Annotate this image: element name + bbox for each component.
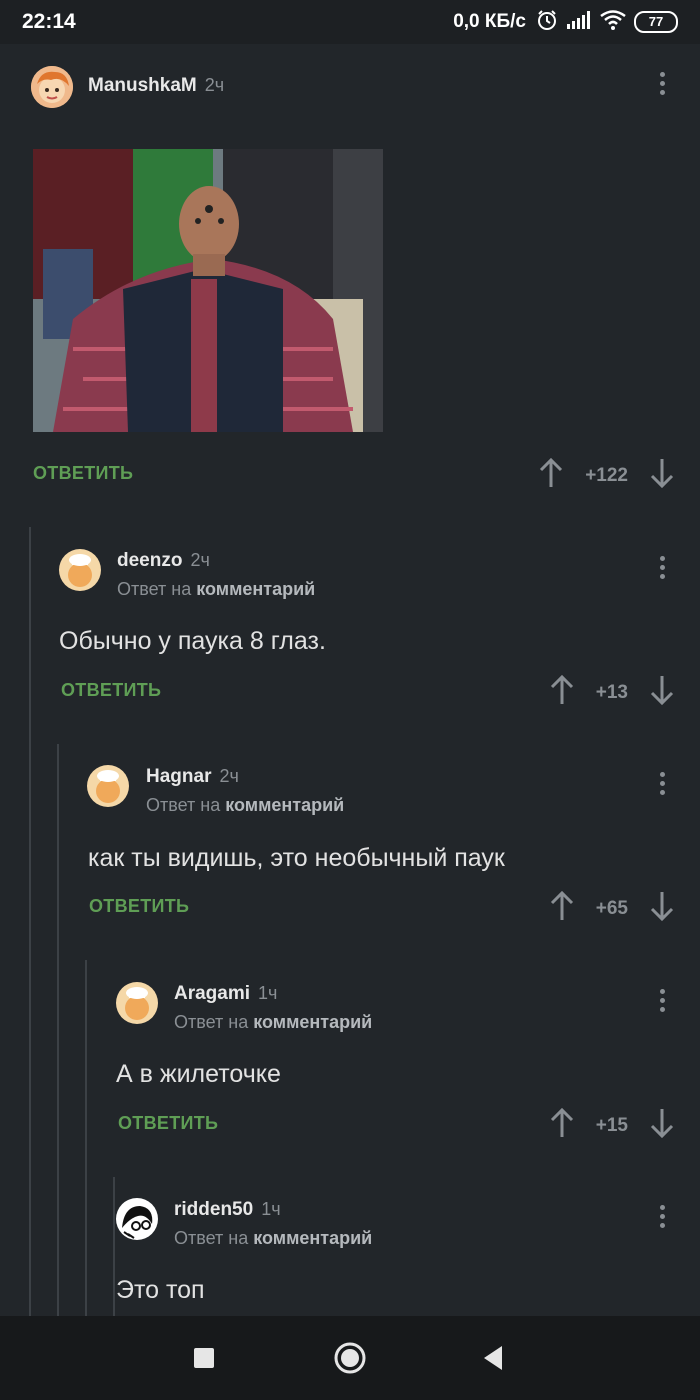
alarm-icon: [536, 9, 558, 36]
vote-controls: +65: [550, 890, 674, 926]
reply-to-label: Ответ на комментарий: [117, 579, 316, 599]
avatar[interactable]: [31, 66, 73, 108]
thread-line-level-1[interactable]: [29, 527, 31, 1316]
reply-button[interactable]: ОТВЕТИТЬ: [33, 463, 133, 484]
vote-controls: +122: [539, 457, 674, 493]
status-icons: 0,0 КБ/с 77: [453, 9, 678, 36]
vote-controls: +15: [550, 1107, 674, 1143]
more-options-icon[interactable]: [658, 989, 666, 1015]
comment-text: Обычно у паука 8 глаз.: [59, 627, 326, 655]
comment-text: А в жилеточке: [116, 1060, 281, 1088]
reply-to-label: Ответ на комментарий: [146, 795, 345, 815]
arrow-down-icon[interactable]: [650, 675, 674, 710]
reply-to-label: Ответ на комментарий: [174, 1012, 373, 1032]
avatar[interactable]: [116, 982, 158, 1024]
vote-score: +122: [585, 464, 628, 486]
avatar[interactable]: [87, 765, 129, 807]
vote-score: +15: [595, 1114, 628, 1136]
arrow-down-icon[interactable]: [650, 1108, 674, 1143]
system-nav-bar: [0, 1316, 700, 1400]
vote-controls: +13: [550, 674, 674, 710]
comment-author[interactable]: ridden50 1ч: [174, 1199, 281, 1221]
home-circle-icon[interactable]: [333, 1341, 367, 1380]
reply-target-link[interactable]: комментарий: [253, 1012, 372, 1032]
wifi-icon: [600, 9, 626, 35]
username[interactable]: ManushkaM: [88, 75, 197, 96]
arrow-up-icon[interactable]: [550, 1107, 574, 1143]
arrow-up-icon[interactable]: [539, 457, 563, 493]
comment-author[interactable]: deenzo 2ч: [117, 550, 210, 572]
more-options-icon[interactable]: [658, 772, 666, 798]
username[interactable]: ridden50: [174, 1199, 253, 1220]
comment-text: Это топ: [116, 1276, 205, 1304]
comment-time: 1ч: [258, 983, 278, 1003]
more-options-icon[interactable]: [658, 72, 666, 98]
arrow-down-icon[interactable]: [650, 458, 674, 493]
status-bar: 22:14 0,0 КБ/с 77: [0, 0, 700, 44]
thread-line-level-4[interactable]: [113, 1177, 115, 1316]
signal-icon: [566, 10, 592, 35]
avatar[interactable]: [116, 1198, 158, 1240]
thread-line-level-3[interactable]: [85, 960, 87, 1316]
reply-to-label: Ответ на комментарий: [174, 1228, 373, 1248]
more-options-icon[interactable]: [658, 556, 666, 582]
post-author[interactable]: ManushkaM 2ч: [88, 75, 224, 97]
comment-time: 2ч: [190, 550, 210, 570]
reply-target-link[interactable]: комментарий: [253, 1228, 372, 1248]
username[interactable]: deenzo: [117, 550, 182, 571]
network-speed: 0,0 КБ/с: [453, 11, 526, 32]
vote-score: +65: [595, 897, 628, 919]
more-options-icon[interactable]: [658, 1205, 666, 1231]
arrow-up-icon[interactable]: [550, 674, 574, 710]
recents-square-icon[interactable]: [193, 1347, 215, 1374]
comment-author[interactable]: Hagnar 2ч: [146, 766, 239, 788]
post-time: 2ч: [204, 75, 225, 95]
vote-score: +13: [595, 681, 628, 703]
arrow-down-icon[interactable]: [650, 891, 674, 926]
arrow-up-icon[interactable]: [550, 890, 574, 926]
comment-text: как ты видишь, это необычный паук: [88, 844, 505, 872]
reply-button[interactable]: ОТВЕТИТЬ: [89, 896, 189, 917]
reply-target-link[interactable]: комментарий: [225, 795, 344, 815]
comment-author[interactable]: Aragami 1ч: [174, 983, 277, 1005]
battery-icon: 77: [634, 11, 678, 33]
comment-time: 2ч: [219, 766, 239, 786]
thread-line-level-2[interactable]: [57, 744, 59, 1316]
status-time: 22:14: [22, 10, 76, 33]
post-image[interactable]: [33, 149, 383, 432]
back-triangle-icon[interactable]: [482, 1345, 504, 1376]
comment-time: 1ч: [261, 1199, 281, 1219]
avatar[interactable]: [59, 549, 101, 591]
reply-target-link[interactable]: комментарий: [196, 579, 315, 599]
reply-button[interactable]: ОТВЕТИТЬ: [118, 1113, 218, 1134]
username[interactable]: Hagnar: [146, 766, 211, 787]
username[interactable]: Aragami: [174, 983, 250, 1004]
reply-button[interactable]: ОТВЕТИТЬ: [61, 680, 161, 701]
